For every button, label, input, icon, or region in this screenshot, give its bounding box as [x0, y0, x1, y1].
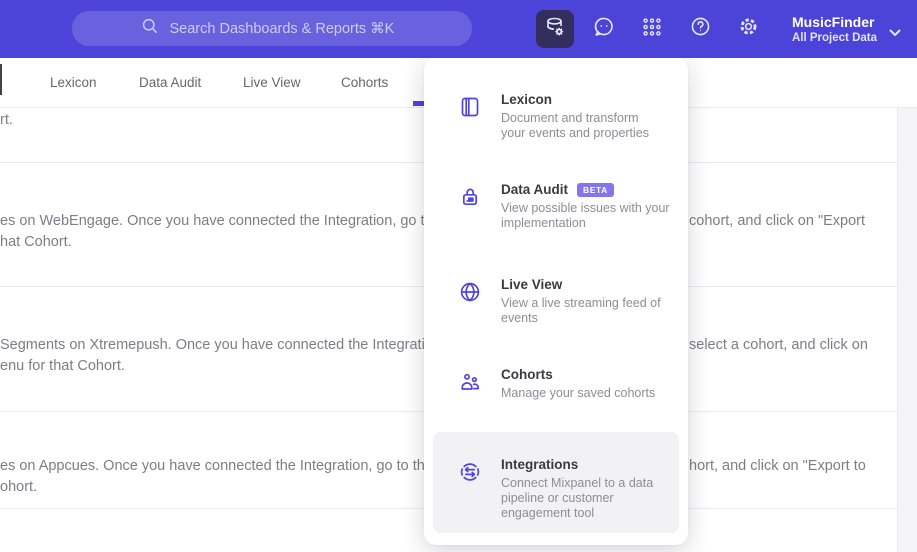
mixpanel-app: rt. es on WebEngage. Once you have conne…	[0, 0, 917, 552]
apps-grid-button[interactable]	[638, 0, 666, 58]
data-management-dropdown: Lexicon Document and transform your even…	[424, 57, 688, 545]
menu-item-title: Cohorts	[501, 367, 553, 382]
search-icon	[140, 16, 160, 41]
globe-icon	[458, 280, 482, 326]
appcues-row-line1: es on Appcues. Once you have connected t…	[0, 458, 449, 474]
menu-item-lexicon[interactable]: Lexicon Document and transform your even…	[458, 92, 672, 141]
clipped-edge-element	[0, 64, 2, 95]
feedback-smiley-icon	[592, 15, 616, 44]
data-management-button[interactable]	[536, 10, 574, 48]
webengage-row-right: cohort, and click on "Export	[689, 213, 866, 229]
people-icon	[458, 370, 482, 401]
help-icon	[689, 15, 712, 43]
menu-item-description: events	[501, 311, 538, 325]
project-switcher[interactable]: MusicFinder All Project Data	[792, 0, 877, 58]
project-name: MusicFinder	[792, 13, 875, 30]
menu-item-title: Live View	[501, 277, 563, 292]
menu-item-description: Connect Mixpanel to a data	[501, 476, 654, 490]
scrollbar-track[interactable]	[897, 108, 917, 552]
menu-item-title: Lexicon	[501, 92, 553, 107]
menu-item-integrations[interactable]: Integrations Connect Mixpanel to a data …	[458, 457, 672, 521]
settings-button[interactable]	[734, 0, 762, 58]
clipped-text-row1: rt.	[0, 112, 13, 128]
menu-item-live-view[interactable]: Live View View a live streaming feed of …	[458, 277, 672, 326]
menu-item-description: pipeline or customer	[501, 491, 614, 505]
grid-dots-icon	[641, 16, 663, 43]
menu-item-description: View possible issues with your	[501, 201, 670, 215]
menu-item-description: your events and properties	[501, 126, 650, 140]
webengage-row-line1: es on WebEngage. Once you have connected…	[0, 213, 457, 229]
top-nav-bar: MusicFinder All Project Data	[0, 0, 917, 58]
menu-item-description: implementation	[501, 216, 586, 230]
appcues-row-right: hort, and click on "Export to	[689, 458, 866, 474]
lock-audit-icon	[458, 185, 482, 231]
book-icon	[458, 95, 482, 141]
search-input[interactable]	[169, 20, 405, 37]
tab-cohorts[interactable]: Cohorts	[341, 58, 388, 108]
feedback-button[interactable]	[590, 0, 618, 58]
sync-arrows-icon	[458, 460, 482, 521]
global-search[interactable]	[72, 11, 472, 46]
tab-lexicon[interactable]: Lexicon	[50, 58, 97, 108]
gear-icon	[737, 15, 760, 43]
appcues-row-line2: ohort.	[0, 479, 38, 495]
menu-item-title: Integrations	[501, 457, 579, 472]
chevron-down-icon	[889, 24, 901, 42]
menu-item-cohorts[interactable]: Cohorts Manage your saved cohorts	[458, 367, 672, 401]
xtremepush-row-line1: Segments on Xtremepush. Once you have co…	[0, 337, 445, 353]
xtremepush-row-right: select a cohort, and click on	[689, 337, 868, 353]
database-gear-icon	[543, 15, 567, 44]
project-scope: All Project Data	[792, 31, 877, 44]
menu-item-description: Document and transform	[501, 111, 639, 125]
tab-live-view[interactable]: Live View	[243, 58, 301, 108]
menu-item-title: Data Audit	[501, 182, 568, 197]
beta-badge: BETA	[577, 183, 614, 197]
help-button[interactable]	[686, 0, 714, 58]
menu-item-description: View a live streaming feed of	[501, 296, 661, 310]
webengage-row-line2: hat Cohort.	[0, 234, 72, 250]
menu-item-description: engagement tool	[501, 506, 595, 520]
tab-data-audit[interactable]: Data Audit	[139, 58, 201, 108]
xtremepush-row-line2: enu for that Cohort.	[0, 358, 125, 374]
menu-item-data-audit[interactable]: Data Audit BETA View possible issues wit…	[458, 182, 672, 231]
menu-item-description: Manage your saved cohorts	[501, 386, 656, 400]
